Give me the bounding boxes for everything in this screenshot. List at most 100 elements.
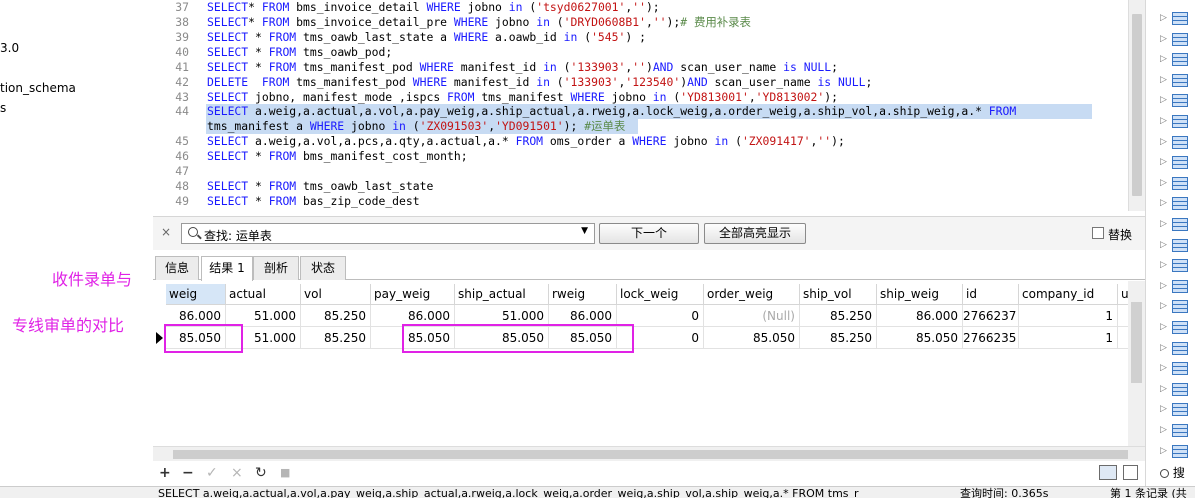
table-row[interactable]: 85.050 51.000 85.250 85.050 85.050 85.050 0 85.… [153,327,1128,349]
code-line[interactable]: 47 [153,164,1143,179]
table-list-item[interactable]: ▷ [1160,382,1192,397]
table-list-item[interactable]: ▷ [1160,321,1192,335]
expand-icon[interactable]: ▷ [1160,446,1167,456]
code-text[interactable]: SELECT jobno, manifest_mode ,ispcs FROM … [207,90,838,105]
stop-icon[interactable]: ■ [280,465,290,481]
table-list-item[interactable]: ▷ [1160,424,1192,438]
delete-row-icon[interactable]: − [182,465,194,481]
expand-icon[interactable]: ▷ [1160,34,1167,44]
table-list-item[interactable]: ▷ [1160,12,1192,26]
expand-icon[interactable]: ▷ [1160,157,1167,167]
expand-icon[interactable]: ▷ [1160,95,1167,105]
table-cell[interactable]: 1 [1019,305,1118,327]
table-list-item[interactable]: ▷ [1160,115,1192,129]
column-header[interactable]: ship_actual [455,284,549,305]
table-list-item[interactable]: ▷ [1160,135,1192,150]
table-list-item[interactable]: ▷ [1160,218,1192,232]
table-cell[interactable]: (Null) [704,305,800,327]
code-line[interactable]: tms_manifest a WHERE jobno in ('ZX091503… [153,119,1143,134]
highlight-all-button[interactable]: 全部高亮显示 [704,223,806,244]
expand-icon[interactable]: ▷ [1160,54,1167,64]
column-header[interactable]: vol [301,284,371,305]
expand-icon[interactable]: ▷ [1160,322,1167,332]
expand-icon[interactable]: ▷ [1160,301,1167,311]
column-header[interactable]: ship_vol [800,284,877,305]
grid-vertical-scrollbar[interactable] [1128,281,1145,446]
column-header[interactable]: order_weig [704,284,800,305]
code-line[interactable]: 42 DELETE FROM tms_manifest_pod WHERE man… [153,75,1143,90]
table-list-item[interactable]: ▷ [1160,341,1192,356]
editor-vertical-scrollbar[interactable] [1128,0,1145,211]
code-text[interactable]: SELECT * FROM tms_oawb_last_state a WHER… [207,30,646,45]
expand-icon[interactable]: ▷ [1160,425,1167,435]
scrollbar-thumb[interactable] [173,450,1128,459]
tree-item-db[interactable]: s [0,101,6,115]
table-cell[interactable]: 85.250 [301,327,371,349]
sql-editor[interactable]: 37 SELECT* FROM bms_invoice_detail WHERE … [153,0,1145,211]
code-line[interactable]: 49 SELECT * FROM bas_zip_code_dest [153,194,1143,209]
expand-icon[interactable]: ▷ [1160,363,1167,373]
code-text[interactable]: SELECT * FROM tms_manifest_pod WHERE man… [207,60,838,75]
code-line[interactable]: 41 SELECT * FROM tms_manifest_pod WHERE m… [153,60,1143,75]
expand-icon[interactable]: ▷ [1160,75,1167,85]
grid-view-icon[interactable] [1099,465,1117,480]
code-text[interactable]: SELECT* FROM bms_invoice_detail WHERE jo… [207,0,660,15]
table-list-item[interactable]: ▷ [1160,176,1192,191]
table-list-item[interactable]: ▷ [1160,403,1192,417]
table-cell[interactable] [1118,305,1128,327]
table-list-item[interactable]: ▷ [1160,197,1192,211]
column-header[interactable]: pay_weig [371,284,455,305]
table-cell[interactable]: 1 [1019,327,1118,349]
expand-icon[interactable]: ▷ [1160,178,1167,188]
scrollbar-thumb[interactable] [1132,14,1142,196]
code-text[interactable]: SELECT a.weig,a.actual,a.vol,a.pay_weig,… [207,104,1016,119]
table-cell[interactable]: 85.050 [704,327,800,349]
table-row[interactable]: 86.000 51.000 85.250 86.000 51.000 86.000 0 (Nu… [153,305,1128,327]
expand-icon[interactable]: ▷ [1160,137,1167,147]
table-list-item[interactable]: ▷ [1160,300,1192,314]
table-list-item[interactable]: ▷ [1160,32,1192,47]
code-line[interactable]: 37 SELECT* FROM bms_invoice_detail WHERE … [153,0,1143,15]
table-list-item[interactable]: ▷ [1160,53,1192,67]
form-view-icon[interactable] [1123,465,1138,480]
code-text[interactable]: SELECT * FROM tms_oawb_pod; [207,45,392,60]
column-header[interactable]: id [963,284,1019,305]
grid-horizontal-scrollbar[interactable] [153,446,1145,461]
find-next-button[interactable]: 下一个 [599,223,699,244]
expand-icon[interactable]: ▷ [1160,219,1167,229]
column-header[interactable]: ship_weig [877,284,963,305]
expand-icon[interactable]: ▷ [1160,384,1167,394]
column-header[interactable]: company_id [1019,284,1118,305]
find-query[interactable]: 查找: 运单表 [204,227,272,244]
discard-icon[interactable]: × [231,465,243,481]
search-panel[interactable]: 搜 [1160,464,1185,481]
expand-icon[interactable]: ▷ [1160,116,1167,126]
code-line[interactable]: 39 SELECT * FROM tms_oawb_last_state a WH… [153,30,1143,45]
code-text[interactable]: tms_manifest a WHERE jobno in ('ZX091503… [207,119,625,134]
table-cell[interactable]: 85.250 [800,327,877,349]
table-list-item[interactable]: ▷ [1160,444,1192,459]
code-line[interactable]: 46 SELECT * FROM bms_manifest_cost_month; [153,149,1143,164]
code-text[interactable]: SELECT * FROM bas_zip_code_dest [207,194,420,209]
table-cell[interactable]: 86.000 [877,305,963,327]
scrollbar-thumb[interactable] [1131,302,1142,383]
code-line[interactable]: 45 SELECT a.weig,a.vol,a.pcs,a.qty,a.actu… [153,134,1143,149]
table-cell[interactable]: 2766235 [963,327,1019,349]
code-text[interactable]: DELETE FROM tms_manifest_pod WHERE manif… [207,75,872,90]
table-cell[interactable]: 85.250 [301,305,371,327]
apply-icon[interactable]: ✓ [206,465,218,481]
table-cell[interactable]: 2766237 [963,305,1019,327]
code-line[interactable]: 44 SELECT a.weig,a.actual,a.vol,a.pay_wei… [153,104,1143,119]
column-header[interactable]: rweig [549,284,617,305]
column-header[interactable]: lock_weig [617,284,704,305]
dropdown-arrow-icon[interactable]: ▼ [581,226,588,236]
find-input[interactable]: 查找: 运单表 ▼ [181,223,595,244]
table-cell[interactable]: 85.050 [877,327,963,349]
column-header[interactable]: weig [166,284,226,305]
table-list-item[interactable]: ▷ [1160,73,1192,88]
close-find-icon[interactable]: × [161,225,171,239]
table-list-item[interactable]: ▷ [1160,238,1192,253]
expand-icon[interactable]: ▷ [1160,198,1167,208]
code-line[interactable]: 38 SELECT* FROM bms_invoice_detail_pre WH… [153,15,1143,30]
code-line[interactable]: 40 SELECT * FROM tms_oawb_pod; [153,45,1143,60]
